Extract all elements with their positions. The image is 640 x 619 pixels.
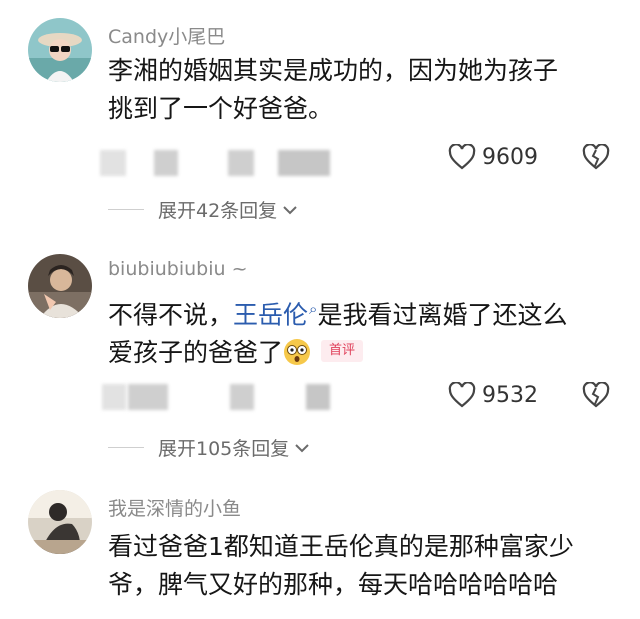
blurred-reactions bbox=[100, 384, 340, 412]
divider bbox=[108, 209, 144, 210]
comment-text-prefix: 不得不说， bbox=[108, 300, 234, 330]
avatar[interactable] bbox=[28, 18, 92, 82]
avatar[interactable] bbox=[28, 490, 92, 554]
mention-link[interactable]: 王岳伦 bbox=[233, 300, 308, 329]
surprised-face-icon bbox=[284, 339, 311, 366]
chevron-down-icon bbox=[283, 205, 297, 214]
heart-outline-icon bbox=[448, 382, 476, 408]
expand-replies-button[interactable]: 展开42条回复 bbox=[108, 196, 297, 223]
like-count: 9609 bbox=[482, 144, 538, 170]
replies-label: 展开105条回复 bbox=[158, 438, 290, 460]
first-comment-badge: 首评 bbox=[321, 340, 364, 363]
comment-text-line-1: 李湘的婚姻其实是成功的，因为她为孩子 bbox=[108, 56, 559, 85]
like-button[interactable]: 9532 bbox=[448, 382, 538, 408]
expand-replies-button[interactable]: 展开105条回复 bbox=[108, 434, 309, 461]
like-button[interactable]: 9609 bbox=[448, 144, 538, 170]
heart-outline-icon bbox=[448, 144, 476, 170]
comment-text-line-2: 爷，脾气又好的那种，每天哈哈哈哈哈哈 bbox=[108, 570, 559, 599]
divider bbox=[108, 447, 144, 448]
replies-label: 展开42条回复 bbox=[158, 200, 278, 222]
avatar[interactable] bbox=[28, 254, 92, 318]
chevron-down-icon bbox=[295, 443, 309, 452]
username[interactable]: 我是深情的小鱼 bbox=[108, 494, 241, 521]
comment-text-line-2: 爱孩子的爸爸了 首评 bbox=[108, 334, 618, 372]
comment-text: 不得不说，王岳伦⌕是我看过离婚了还这么 爱孩子的爸爸了 首评 bbox=[108, 290, 618, 372]
comment-text-line-2-text: 爱孩子的爸爸了 bbox=[108, 338, 284, 368]
username[interactable]: Candy小尾巴 bbox=[108, 22, 225, 49]
comment-text-line-1: 看过爸爸1都知道王岳伦真的是那种富家少 bbox=[108, 532, 574, 561]
comment-text: 看过爸爸1都知道王岳伦真的是那种富家少 爷，脾气又好的那种，每天哈哈哈哈哈哈 bbox=[108, 528, 618, 604]
comment-text: 李湘的婚姻其实是成功的，因为她为孩子 挑到了一个好爸爸。 bbox=[108, 52, 618, 128]
comment-text-line-1: 不得不说，王岳伦⌕是我看过离婚了还这么 bbox=[108, 290, 618, 334]
comment-text-suffix: 是我看过离婚了还这么 bbox=[317, 300, 568, 330]
blurred-reactions bbox=[100, 150, 340, 178]
like-count: 9532 bbox=[482, 382, 538, 408]
username[interactable]: biubiubiubiu ~ bbox=[108, 258, 248, 280]
comment-text-line-2: 挑到了一个好爸爸。 bbox=[108, 94, 334, 123]
broken-heart-icon[interactable] bbox=[582, 144, 610, 170]
broken-heart-icon[interactable] bbox=[582, 382, 610, 408]
